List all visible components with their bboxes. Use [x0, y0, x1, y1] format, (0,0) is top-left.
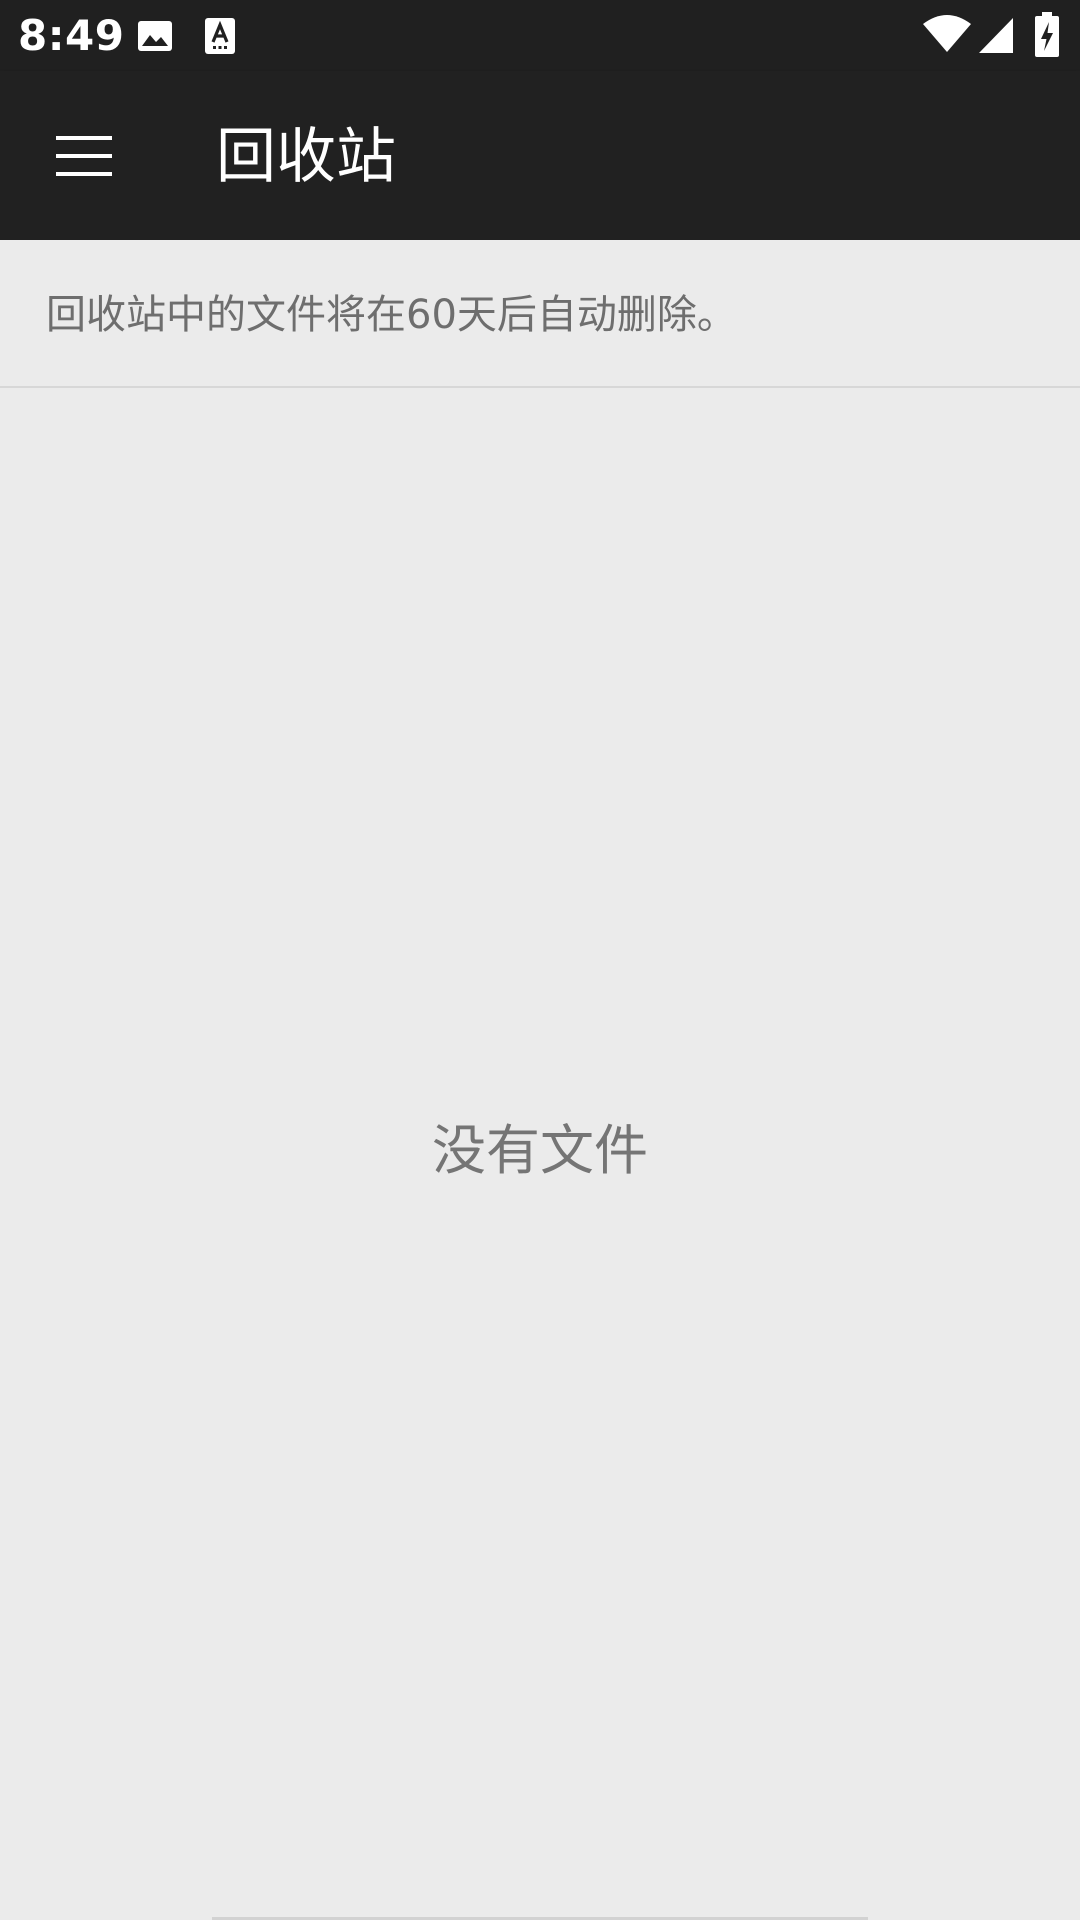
status-bar: 8:49: [0, 0, 1080, 71]
empty-state-text: 没有文件: [432, 1119, 648, 1182]
battery-charging-icon: [1035, 12, 1059, 57]
image-icon: [138, 21, 172, 51]
signal-icon: [979, 18, 1013, 53]
page-title: 回收站: [216, 122, 396, 192]
app-bar: 回收站: [0, 71, 1080, 240]
status-time: 8:49: [18, 11, 125, 60]
wifi-icon: [923, 15, 971, 52]
notice-text: 回收站中的文件将在60天后自动删除。: [46, 292, 737, 338]
keyboard-a-icon: [205, 18, 235, 54]
auto-delete-notice: 回收站中的文件将在60天后自动删除。: [0, 240, 1080, 388]
hamburger-menu-icon[interactable]: [26, 111, 142, 201]
file-list-empty: 没有文件: [0, 388, 1080, 1920]
